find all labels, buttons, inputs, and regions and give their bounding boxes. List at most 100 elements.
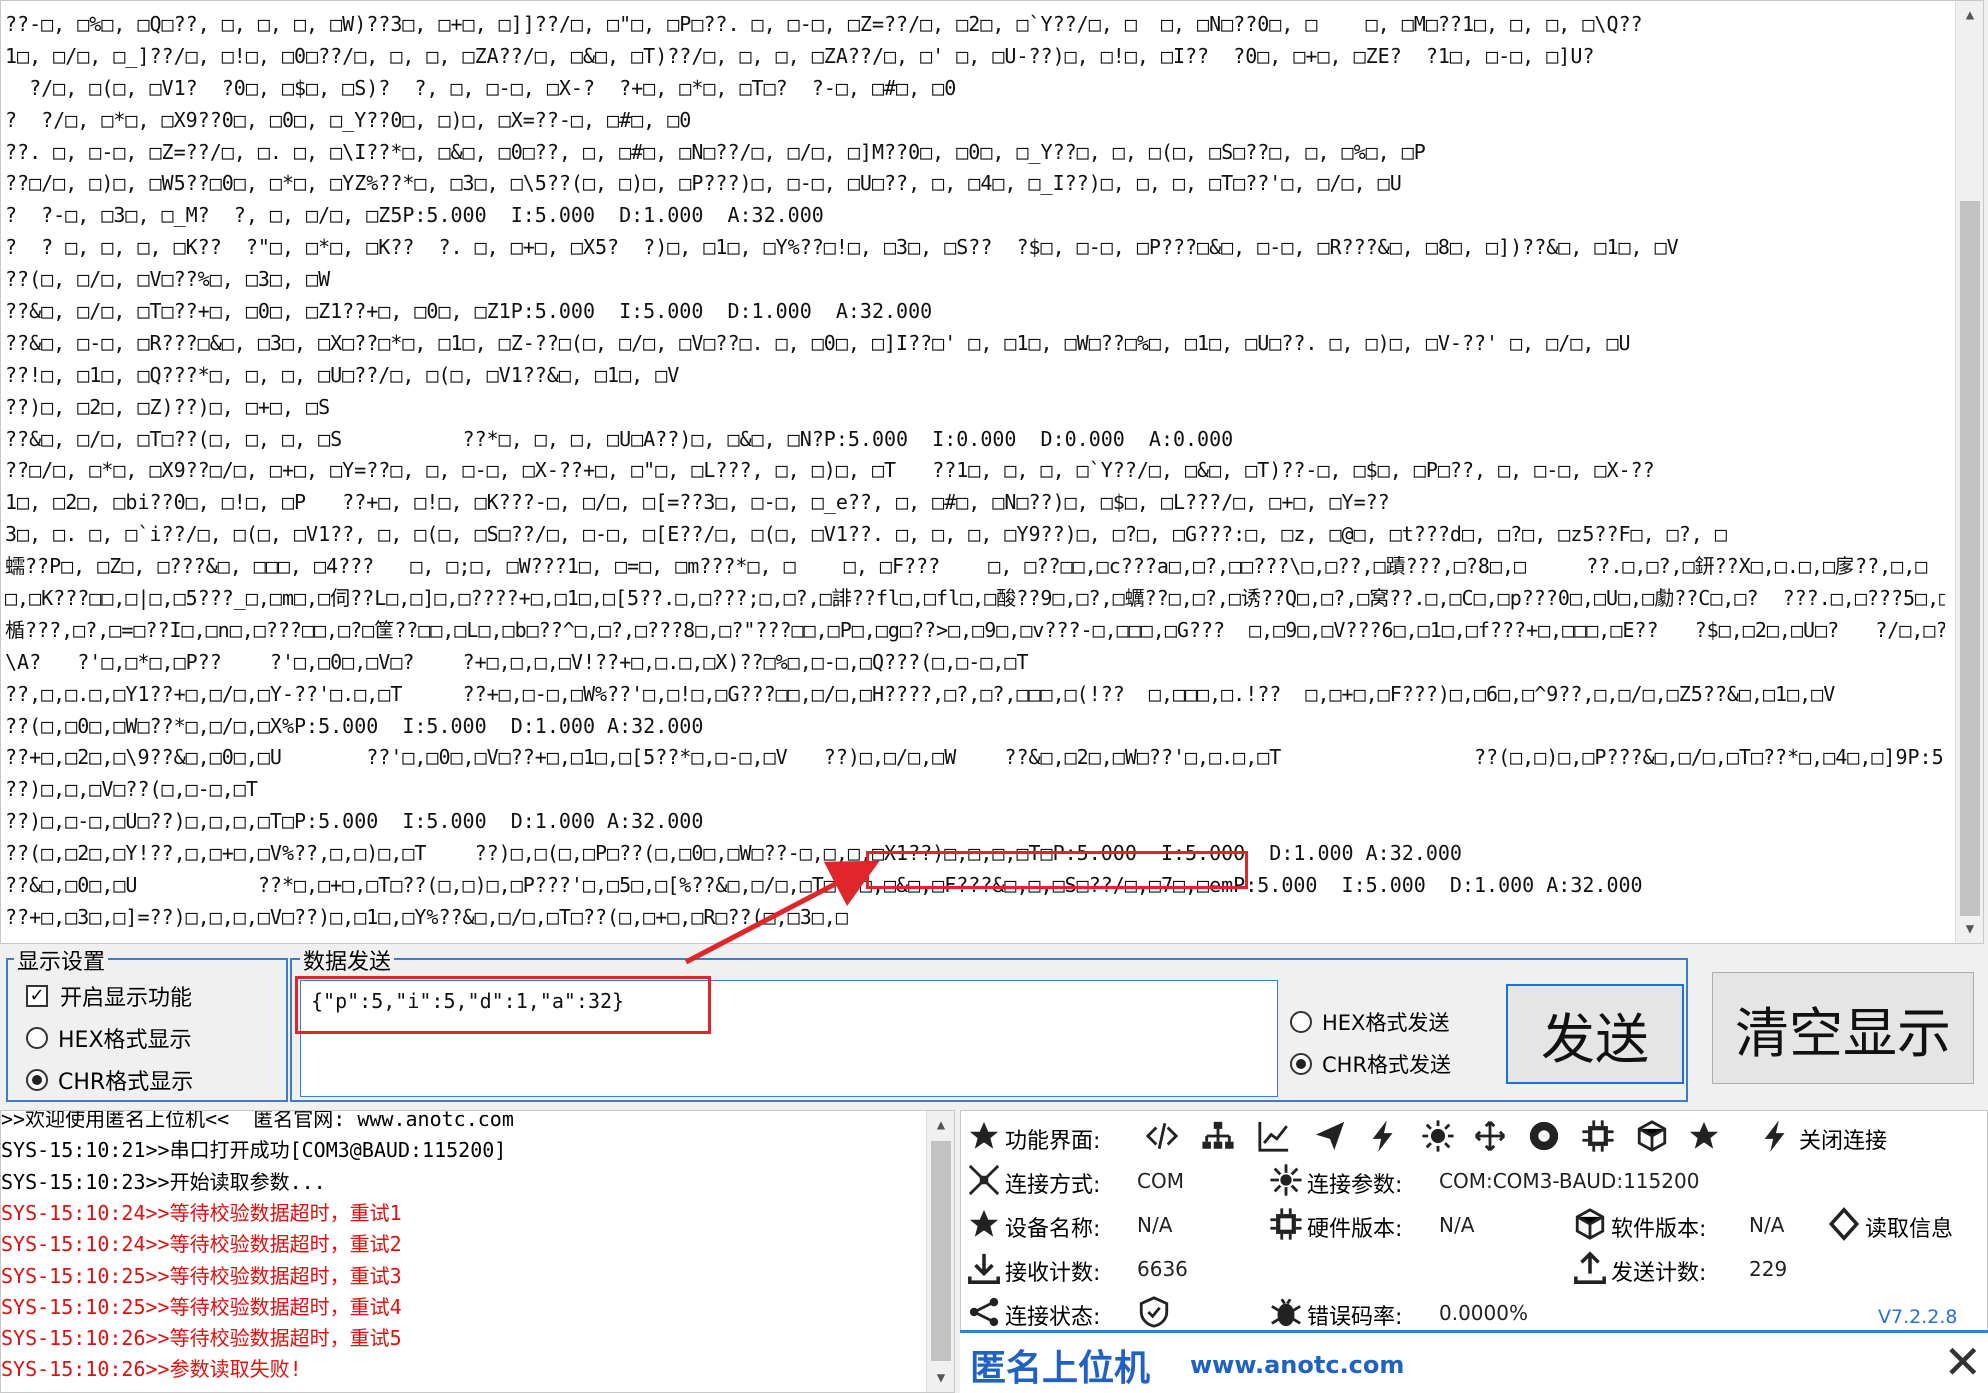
scroll-thumb[interactable] bbox=[1960, 201, 1980, 916]
receive-line: ??&□, □/□, □T□??+□, □0□, □Z1??+□, □0□, □… bbox=[5, 299, 933, 324]
receive-line: ? ?/□, □*□, □X9??0□, □0□, □_Y??0□, □)□, … bbox=[5, 107, 692, 132]
data-send-title: 数据发送 bbox=[300, 944, 395, 976]
send-count-value: 229 bbox=[1749, 1257, 1788, 1281]
display-settings-title: 显示设置 bbox=[14, 944, 109, 976]
hex-display-label: HEX格式显示 bbox=[58, 1028, 192, 1053]
system-log[interactable]: >>欢迎使用匿名上位机<< 匿名官网: www.anotc.com SYS-15:… bbox=[0, 1110, 955, 1393]
upload-icon bbox=[1574, 1251, 1606, 1284]
receive-line: ?/□, □(□, □V1? ?0□, □$□, □S)? ?, □, □-□,… bbox=[5, 75, 957, 100]
bug-icon bbox=[1271, 1298, 1301, 1327]
log-line: SYS-15:10:24>>等待校验数据超时，重试2 bbox=[1, 1232, 402, 1257]
error-rate-value: 0.0000% bbox=[1439, 1301, 1528, 1325]
receive-line: ??(□, □/□, □V□??%□, □3□, □W bbox=[5, 267, 331, 292]
log-line: SYS-15:10:26>>等待校验数据超时，重试5 bbox=[1, 1326, 402, 1351]
log-line: SYS-15:10:24>>等待校验数据超时，重试1 bbox=[1, 1200, 402, 1225]
checkbox-checked-icon: ✓ bbox=[26, 985, 48, 1007]
read-info-button[interactable]: 读取信息 bbox=[1865, 1211, 1953, 1243]
receive-count-value: 6636 bbox=[1137, 1257, 1188, 1281]
lightning-icon[interactable] bbox=[1367, 1119, 1401, 1153]
log-line: SYS-15:10:26>>参数读取失败! bbox=[1, 1357, 302, 1382]
receive-line: ??□/□, □*□, □X9??□/□, □+□, □Y=??□, □, □-… bbox=[5, 458, 1655, 483]
receive-display[interactable]: ??-□, □%□, □Q□??, □, □, □, □W)??3□, □+□,… bbox=[0, 0, 1984, 944]
software-version-label: 软件版本: bbox=[1611, 1217, 1707, 1242]
connection-params-label: 连接参数: bbox=[1307, 1173, 1403, 1198]
radio-on-icon bbox=[1290, 1053, 1312, 1075]
hex-display-radio[interactable]: HEX格式显示 bbox=[26, 1020, 192, 1056]
star-icon bbox=[969, 1121, 999, 1149]
connection-state-label: 连接状态: bbox=[1005, 1305, 1101, 1330]
receive-line: ??-□, □%□, □Q□??, □, □, □, □W)??3□, □+□,… bbox=[5, 12, 1643, 36]
plane-icon[interactable] bbox=[1313, 1119, 1347, 1153]
send-count-label: 发送计数: bbox=[1611, 1261, 1707, 1286]
close-icon[interactable]: ✕ bbox=[1943, 1339, 1982, 1385]
move-icon[interactable] bbox=[1473, 1119, 1507, 1153]
hex-send-radio[interactable]: HEX格式发送 bbox=[1290, 1004, 1449, 1040]
error-rate-label: 错误码率: bbox=[1307, 1305, 1403, 1330]
download-icon bbox=[968, 1253, 1000, 1284]
line-chart-icon[interactable] bbox=[1257, 1119, 1291, 1153]
boxes-icon[interactable] bbox=[1635, 1119, 1669, 1153]
app-window: ??-□, □%□, □Q□??, □, □, □, □W)??3□, □+□,… bbox=[0, 0, 1988, 1393]
network-icon bbox=[1270, 1164, 1302, 1196]
chr-send-label: CHR格式发送 bbox=[1322, 1053, 1452, 1077]
radio-off-icon bbox=[1290, 1011, 1312, 1033]
scroll-up-icon[interactable]: ▲ bbox=[927, 1111, 954, 1139]
star-icon[interactable] bbox=[1687, 1119, 1721, 1153]
send-button[interactable]: 发送 bbox=[1506, 984, 1684, 1084]
connection-params-value: COM:COM3-BAUD:115200 bbox=[1439, 1169, 1700, 1193]
receive-scrollbar[interactable]: ▲ ▼ bbox=[1955, 1, 1983, 943]
version-label: V7.2.2.8 bbox=[1878, 1306, 1958, 1328]
highlight-received-pid bbox=[866, 851, 1248, 889]
receive-line: ??!□, □1□, □Q???*□, □, □, □U□??/□, □(□, … bbox=[5, 362, 680, 387]
close-connection-button[interactable]: 关闭连接 bbox=[1799, 1123, 1887, 1155]
brand-url-link[interactable]: www.anotc.com bbox=[1190, 1351, 1404, 1379]
share-icon bbox=[969, 1297, 999, 1327]
chr-send-radio[interactable]: CHR格式发送 bbox=[1290, 1046, 1451, 1082]
scroll-up-icon[interactable]: ▲ bbox=[1956, 1, 1984, 29]
receive-text: ??-□, □%□, □Q□??, □, □, □, □W)??3□, □+□,… bbox=[5, 9, 1945, 939]
scroll-down-icon[interactable]: ▼ bbox=[1956, 915, 1984, 943]
software-version-value: N/A bbox=[1749, 1213, 1785, 1237]
sun-icon[interactable] bbox=[1421, 1119, 1455, 1153]
log-line: SYS-15:10:25>>等待校验数据超时，重试3 bbox=[1, 1263, 402, 1288]
log-line: >>欢迎使用匿名上位机<< 匿名官网: www.anotc.com bbox=[1, 1110, 514, 1131]
hardware-version-value: N/A bbox=[1439, 1213, 1475, 1237]
receive-line: ??&□, □-□, □R???□&□, □3□, □X□??□*□, □1□,… bbox=[5, 330, 1631, 355]
chip-icon[interactable] bbox=[1581, 1119, 1615, 1153]
enable-display-checkbox[interactable]: ✓ 开启显示功能 bbox=[26, 978, 192, 1014]
hex-send-label: HEX格式发送 bbox=[1322, 1011, 1450, 1035]
receive-line: 1□, □2□, □bi??0□, □!□, □P ??+□, □!□, □K?… bbox=[5, 490, 1390, 515]
connection-mode-value: COM bbox=[1137, 1169, 1184, 1193]
log-line: SYS-15:10:23>>开始读取参数... bbox=[1, 1169, 326, 1194]
device-name-value: N/A bbox=[1137, 1213, 1173, 1237]
chr-display-radio[interactable]: CHR格式显示 bbox=[26, 1062, 193, 1098]
receive-line: ??(□,□0□,□W□??*□,□/□,□X%P:5.000 I:5.000 … bbox=[5, 713, 704, 738]
receive-line: ??)□,□,□V□??(□,□-□,□T bbox=[5, 777, 258, 802]
lightning-icon[interactable] bbox=[1759, 1119, 1793, 1153]
receive-line: ??. □, □-□, □Z=??/□, □. □, □\I??*□, □&□,… bbox=[5, 139, 1426, 164]
receive-line: ??&□, □/□, □T□??(□, □, □, □S ??*□, □, □,… bbox=[5, 426, 1234, 451]
receive-line: □,□K???□□,□|□,□5???_□,□m□,□伺??L□,□]□,□??… bbox=[5, 586, 1945, 611]
scroll-down-icon[interactable]: ▼ bbox=[927, 1364, 954, 1392]
log-scrollbar[interactable]: ▲ ▼ bbox=[926, 1111, 954, 1392]
brand-bar: 匿名上位机 www.anotc.com ✕ bbox=[960, 1330, 1988, 1393]
code-icon[interactable] bbox=[1145, 1119, 1179, 1153]
diamond-icon[interactable] bbox=[1827, 1207, 1861, 1241]
hardware-version-label: 硬件版本: bbox=[1307, 1217, 1403, 1242]
radio-off-icon bbox=[26, 1027, 48, 1049]
scroll-thumb[interactable] bbox=[931, 1141, 951, 1361]
boxes-icon bbox=[1575, 1208, 1605, 1240]
aperture-icon[interactable] bbox=[1527, 1119, 1561, 1153]
receive-line: 楯???,□?,□=□??I□,□n□,□???□□,□?□筐??□□,□L□,… bbox=[5, 617, 1945, 642]
clear-display-button[interactable]: 清空显示 bbox=[1712, 972, 1974, 1084]
receive-line: ??□/□, □)□, □W5??□0□, □*□, □YZ%??*□, □3□… bbox=[5, 171, 1402, 196]
enable-display-label: 开启显示功能 bbox=[60, 986, 193, 1011]
log-line: SYS-15:10:21>>串口打开成功[COM3@BAUD:115200] bbox=[1, 1138, 507, 1163]
device-name-label: 设备名称: bbox=[1005, 1217, 1101, 1242]
receive-line: ? ?-□, □3□, □_M? ?, □, □/□, □Z5P:5.000 I… bbox=[5, 203, 824, 228]
shield-check-icon bbox=[1139, 1296, 1169, 1328]
receive-line: ??,□,□.□,□Y1??+□,□/□,□Y-??'□.□,□T ??+□,□… bbox=[5, 681, 1836, 706]
receive-line: 3□, □. □, □`i??/□, □(□, □V1??, □, □(□, □… bbox=[5, 522, 1727, 547]
hierarchy-icon[interactable] bbox=[1201, 1119, 1235, 1153]
radio-on-icon bbox=[26, 1069, 48, 1091]
